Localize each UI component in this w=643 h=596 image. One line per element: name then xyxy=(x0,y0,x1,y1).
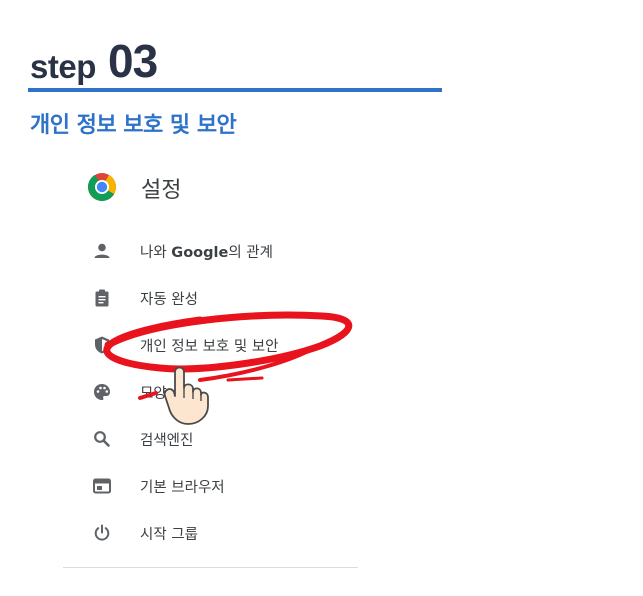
section-title: 개인 정보 보호 및 보안 xyxy=(30,113,237,138)
menu-divider xyxy=(63,567,358,568)
menu-item-label: 시작 그룹 xyxy=(140,527,198,543)
menu-item-label: 개인 정보 보호 및 보안 xyxy=(140,339,279,355)
chrome-logo-icon xyxy=(88,173,116,201)
menu-item-label: 자동 완성 xyxy=(140,292,198,308)
clipboard-icon xyxy=(95,289,109,307)
shield-icon xyxy=(95,336,109,354)
menu-item-label: 모양 xyxy=(140,386,167,402)
menu-item-you-and-google[interactable]: 나와 Google의 관계 xyxy=(90,236,360,266)
palette-icon xyxy=(94,384,110,400)
person-icon xyxy=(94,243,110,258)
step-header: step 03 xyxy=(28,22,442,92)
menu-item-appearance[interactable]: 모양 xyxy=(90,377,360,407)
settings-title: 설정 xyxy=(141,178,182,203)
menu-item-autofill[interactable]: 자동 완성 xyxy=(90,283,360,313)
menu-item-privacy-security[interactable]: 개인 정보 보호 및 보안 xyxy=(90,330,360,360)
browser-window-icon xyxy=(93,478,111,494)
step-number: 03 xyxy=(108,35,158,87)
menu-item-on-startup[interactable]: 시작 그룹 xyxy=(90,518,360,548)
power-icon xyxy=(94,524,110,541)
menu-item-default-browser[interactable]: 기본 브라우저 xyxy=(90,471,360,501)
menu-item-label: 검색엔진 xyxy=(140,433,194,449)
menu-item-label: 나와 Google의 관계 xyxy=(140,245,273,261)
menu-item-label: 기본 브라우저 xyxy=(140,480,225,496)
menu-item-search-engine[interactable]: 검색엔진 xyxy=(90,424,360,454)
step-word: step xyxy=(30,48,96,85)
search-icon xyxy=(94,431,110,447)
step-underline xyxy=(28,88,442,92)
